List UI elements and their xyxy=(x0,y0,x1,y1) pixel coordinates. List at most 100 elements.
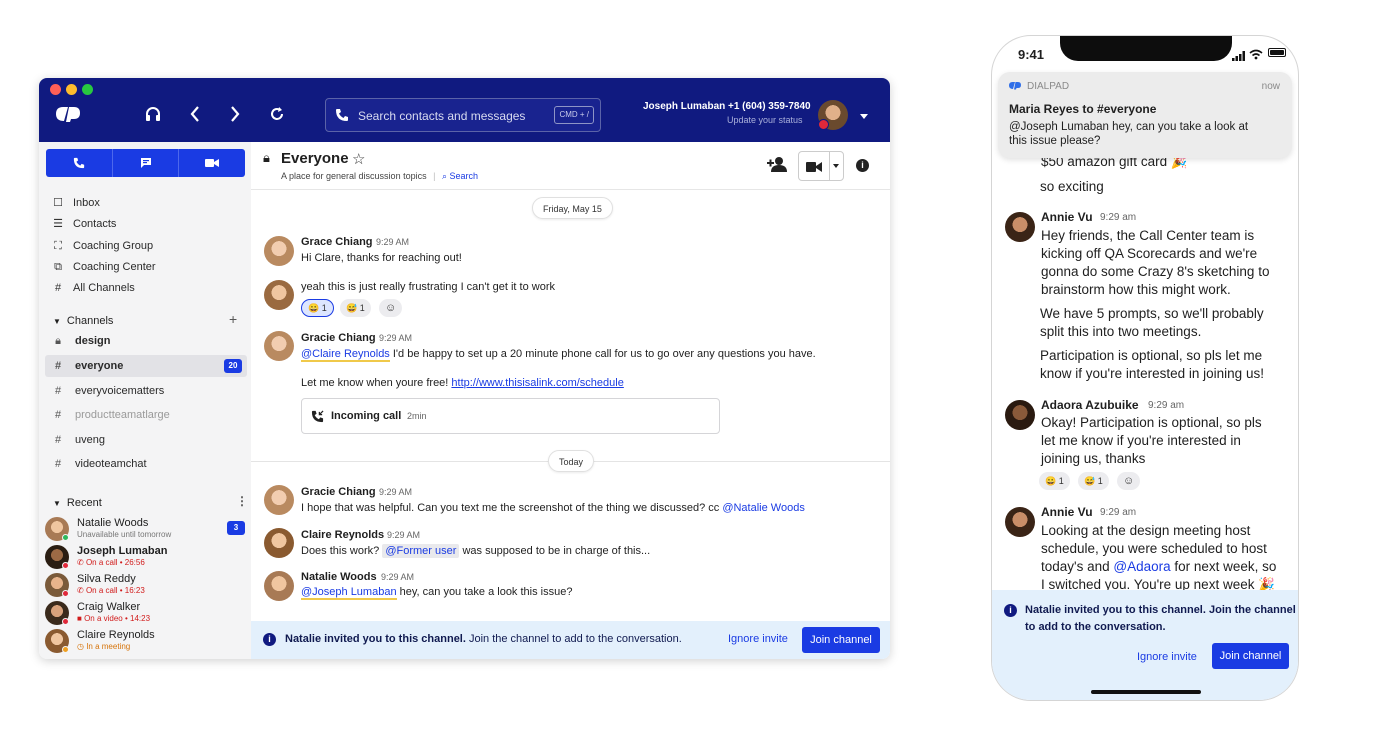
reaction-chip[interactable]: 😅 1 xyxy=(340,299,371,317)
video-button[interactable] xyxy=(179,149,245,177)
message-time: 9:29 am xyxy=(1100,507,1137,518)
message-line: Okay! Participation is optional, so pls xyxy=(1041,415,1262,430)
channel-search-link[interactable]: ⌕ Search xyxy=(442,171,478,181)
message-line: gonna do some Crazy 8's sketching to xyxy=(1041,264,1270,279)
nav-label: Coaching Center xyxy=(73,261,156,273)
nav-label: Inbox xyxy=(73,197,100,209)
contact-status: ◷ In a meeting xyxy=(77,642,131,651)
recent-craig-walker[interactable]: Craig Walker ■ On a video • 14:23 xyxy=(45,601,247,627)
info-icon[interactable]: i xyxy=(856,159,869,172)
channel-everyone[interactable]: # everyone 20 xyxy=(45,355,247,377)
avatar xyxy=(264,528,294,558)
message-time: 9:29 am xyxy=(1148,400,1185,411)
recent-section-header[interactable]: ▼ Recent xyxy=(53,497,102,509)
recent-silva-reddy[interactable]: Silva Reddy ✆ On a call • 16:23 xyxy=(45,573,247,599)
message-time: 9:29 AM xyxy=(387,530,421,540)
nav-inbox[interactable]: ☐ Inbox xyxy=(51,194,100,212)
recent-claire-reynolds[interactable]: Claire Reynolds ◷ In a meeting xyxy=(45,629,247,655)
push-notification[interactable]: DIALPAD now Maria Reyes to #everyone @Jo… xyxy=(998,72,1292,158)
channel-videoteamchat[interactable]: # videoteamchat xyxy=(45,453,247,475)
lock-icon: 🔒︎ xyxy=(263,150,270,165)
message-line: schedule, you were scheduled to host xyxy=(1041,541,1267,556)
channel-uveng[interactable]: # uveng xyxy=(45,429,247,451)
chevron-down-icon[interactable] xyxy=(860,114,868,119)
avatar xyxy=(264,571,294,601)
message-text: Hi Clare, thanks for reaching out! xyxy=(301,252,462,264)
presence-dot xyxy=(62,646,69,653)
mention[interactable]: @Natalie Woods xyxy=(722,502,805,514)
mention[interactable]: @Claire Reynolds xyxy=(301,348,390,362)
message-line: let me know if you're interested in xyxy=(1041,433,1241,448)
contact-status: ✆ On a call • 16:23 xyxy=(77,586,145,595)
ignore-invite-button[interactable]: Ignore invite xyxy=(1137,651,1197,663)
headset-icon[interactable] xyxy=(145,106,161,126)
search-input[interactable]: Search contacts and messages CMD + / xyxy=(325,98,601,132)
description-text: A place for general discussion topics xyxy=(281,171,427,181)
message-author: Claire Reynolds xyxy=(301,529,385,541)
nav-contacts[interactable]: ☰ Contacts xyxy=(51,215,116,233)
star-icon[interactable]: ☆ xyxy=(352,150,365,168)
forward-arrow-icon[interactable] xyxy=(229,105,241,127)
mention[interactable]: @Joseph Lumaban xyxy=(301,586,397,600)
nav-coaching-center[interactable]: ⧉ Coaching Center xyxy=(51,258,156,276)
hash-icon: # xyxy=(54,385,62,397)
contact-name: Claire Reynolds xyxy=(77,629,155,641)
join-channel-button[interactable]: Join channel xyxy=(802,627,880,653)
incoming-call-card[interactable]: Incoming call 2min xyxy=(301,398,720,434)
shortcut-hint: CMD + / xyxy=(554,106,594,124)
call-button[interactable] xyxy=(46,149,113,177)
message-text: Let me know when youre free! http://www.… xyxy=(301,377,624,389)
status-text: On a call • 16:23 xyxy=(85,586,145,595)
message-link[interactable]: http://www.thisisalink.com/schedule xyxy=(451,377,623,389)
caret-down-icon: ▼ xyxy=(53,499,61,508)
invite-banner: i Natalie invited you to this channel. J… xyxy=(251,621,890,659)
mention[interactable]: @Former user xyxy=(382,544,460,558)
channel-everyvoicematters[interactable]: # everyvoicematters xyxy=(45,380,247,402)
message-line: Looking at the design meeting host xyxy=(1041,523,1251,538)
hash-icon: # xyxy=(54,282,62,294)
channels-section-header[interactable]: ▼ Channels xyxy=(53,315,113,327)
reaction-chip[interactable]: 😀 1 xyxy=(1039,472,1070,490)
message-line: so exciting xyxy=(1040,179,1104,194)
add-channel-icon[interactable]: + xyxy=(229,311,237,327)
status-text: On a video • 14:23 xyxy=(84,614,151,623)
reaction-chip[interactable]: 😀 1 xyxy=(301,299,334,317)
join-channel-button[interactable]: Join channel xyxy=(1212,643,1289,669)
video-call-dropdown[interactable] xyxy=(798,151,844,181)
contacts-icon: ☰ xyxy=(53,218,63,230)
recent-natalie-woods[interactable]: Natalie Woods Unavailable until tomorrow… xyxy=(45,517,247,543)
add-reaction-icon[interactable]: ☺ xyxy=(379,299,403,317)
signal-icon xyxy=(1232,48,1246,66)
channel-description: A place for general discussion topics | … xyxy=(281,171,479,181)
message-body: for next week, so xyxy=(1170,559,1277,574)
channel-label: everyvoicematters xyxy=(75,385,165,397)
nav-coaching-group[interactable]: ⛶ Coaching Group xyxy=(51,237,153,255)
channel-productteamatlarge[interactable]: # productteamatlarge xyxy=(45,404,247,426)
contact-status: Unavailable until tomorrow xyxy=(77,530,172,539)
presence-dot xyxy=(62,562,69,569)
mention[interactable]: @Adaora xyxy=(1113,559,1170,574)
back-arrow-icon[interactable] xyxy=(189,105,201,127)
channel-design[interactable]: 🔒︎ design xyxy=(45,330,247,352)
status-text: On a call • 26:56 xyxy=(85,558,145,567)
contact-name: Natalie Woods xyxy=(77,517,149,529)
message-author: Annie Vu xyxy=(1041,505,1093,519)
reaction-chip[interactable]: 😅 1 xyxy=(1078,472,1109,490)
dialpad-logo-icon[interactable] xyxy=(54,105,82,123)
add-member-icon[interactable] xyxy=(767,156,787,176)
nav-all-channels[interactable]: # All Channels xyxy=(51,279,135,297)
close-window-button[interactable] xyxy=(50,84,61,95)
update-status-link[interactable]: Update your status xyxy=(727,115,803,125)
maximize-window-button[interactable] xyxy=(82,84,93,95)
invite-bold: Natalie invited you to this channel. xyxy=(285,633,466,645)
message-text: @Claire Reynolds I'd be happy to set up … xyxy=(301,348,816,362)
message-time: 9:29 AM xyxy=(376,237,410,247)
more-options-icon[interactable]: ⋮ xyxy=(236,494,248,508)
recent-joseph-lumaban[interactable]: Joseph Lumaban ✆ On a call • 26:56 xyxy=(45,545,247,571)
message-button[interactable] xyxy=(113,149,180,177)
ignore-invite-button[interactable]: Ignore invite xyxy=(728,633,788,645)
refresh-icon[interactable] xyxy=(269,106,285,126)
call-label: Incoming call xyxy=(331,410,402,422)
add-reaction-icon[interactable]: ☺ xyxy=(1117,472,1141,490)
minimize-window-button[interactable] xyxy=(66,84,77,95)
